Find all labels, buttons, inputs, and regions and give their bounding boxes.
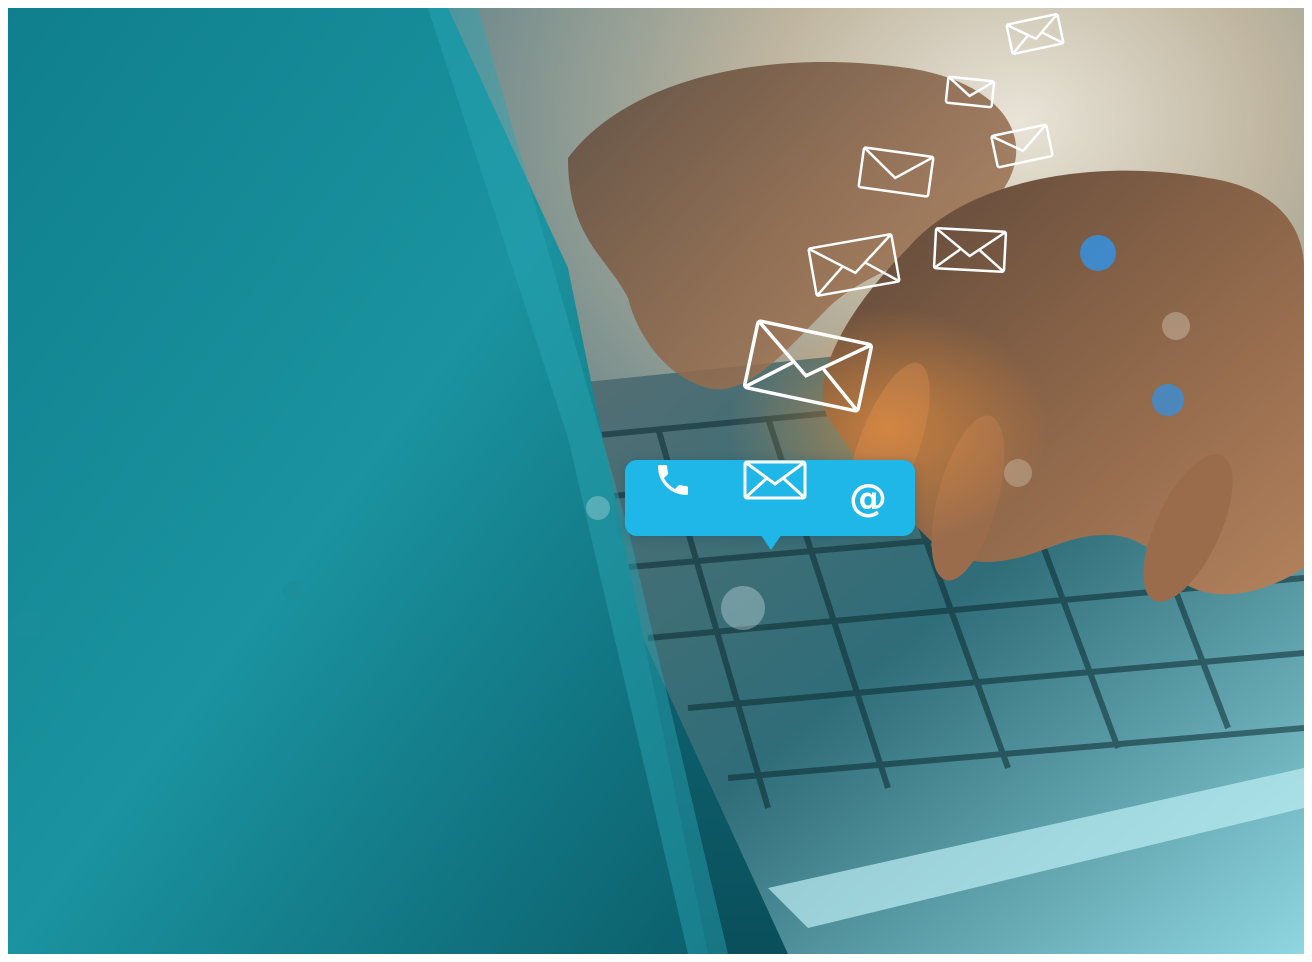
at-sign-label: @: [849, 476, 887, 520]
phone-icon: [653, 460, 709, 536]
at-sign-icon: @: [840, 460, 896, 536]
photo-scene: @: [8, 8, 1304, 954]
envelope-icon: [743, 460, 813, 536]
contact-bubble: @: [625, 460, 915, 536]
bubble-tail: [760, 534, 782, 550]
envelope-icon: [1005, 13, 1065, 55]
